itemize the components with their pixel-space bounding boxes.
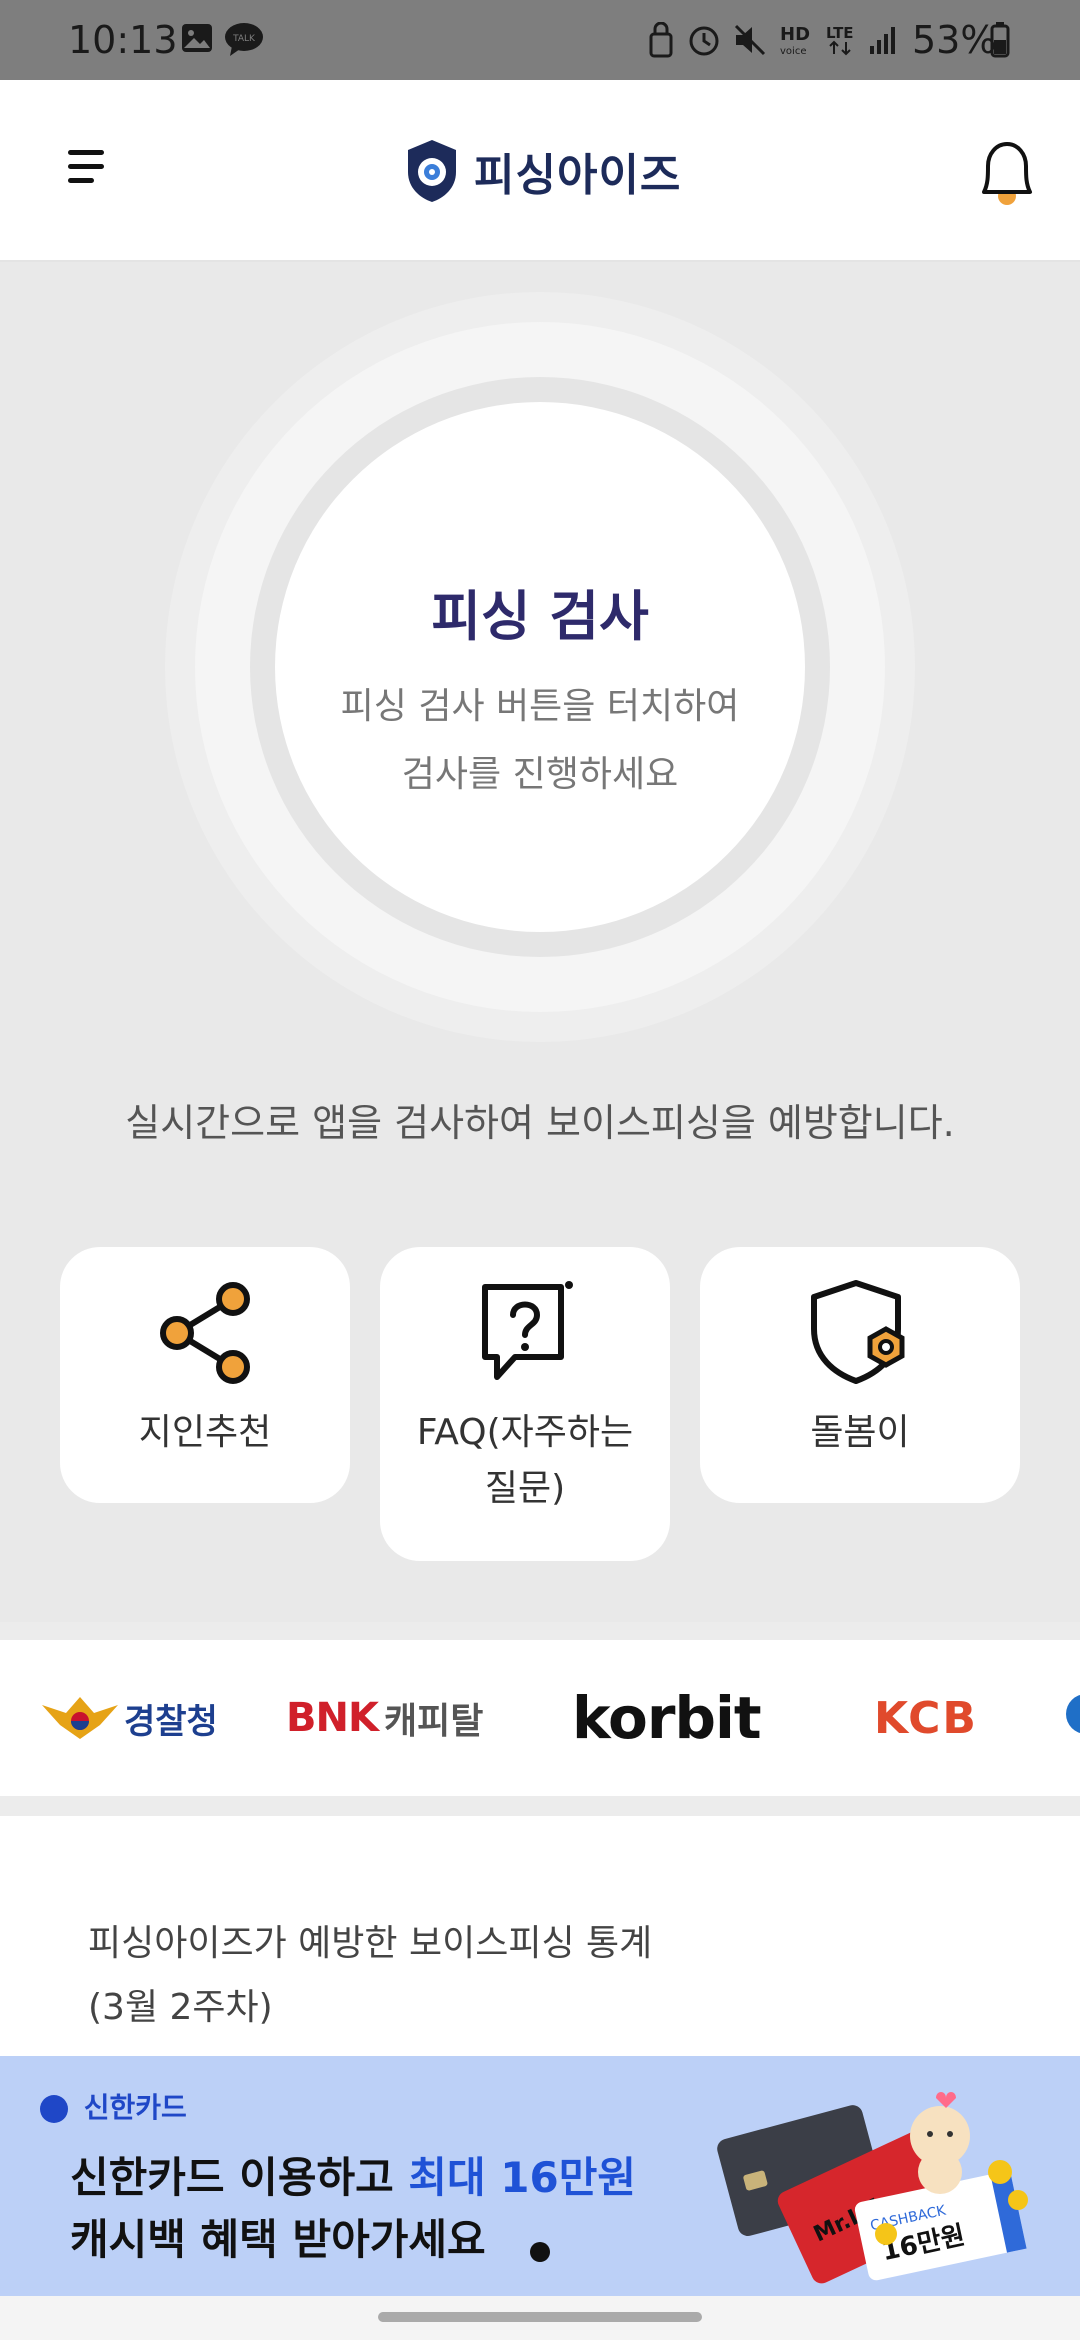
status-bar: 10:13 TALK HD voice LTE 53% (0, 0, 1080, 80)
card-referral[interactable]: 지인추천 (60, 1247, 350, 1503)
partner-logo-partial (1066, 1694, 1080, 1734)
app-logo: 피싱아이즈 (404, 136, 681, 206)
kcb-logo: KCB (874, 1692, 978, 1744)
hd-voice-icon: HD voice (780, 24, 810, 57)
card-label: 지인추천 (138, 1412, 272, 1453)
card-label: FAQ(자주하는 질문) (416, 1412, 634, 1509)
ad-banner[interactable]: 신한카드 신한카드 이용하고 최대 16만원 캐시백 혜택 받아가세요 Mr.L… (0, 2056, 1080, 2296)
scan-description: 피싱 검사 버튼을 터치하여 검사를 진행하세요 (340, 686, 740, 795)
battery-percent: 53% (912, 18, 997, 62)
lte-icon: LTE (826, 24, 854, 56)
question-bubble-icon (482, 1281, 573, 1380)
shield-gear-icon (811, 1280, 905, 1384)
ad-brand: 신한카드 (40, 2086, 187, 2126)
shinhan-logo-icon (40, 2095, 68, 2123)
ad-headline: 신한카드 이용하고 최대 16만원 (70, 2153, 637, 2202)
app-header: 피싱아이즈 (0, 80, 1080, 262)
shield-logo-icon (408, 140, 456, 202)
app-brand-name: 피싱아이즈 (474, 150, 682, 201)
stats-section: 피싱아이즈가 예방한 보이스피싱 통계 (3월 2주차) (0, 1816, 1080, 2056)
police-emblem-icon (42, 1697, 118, 1739)
mute-icon (734, 24, 766, 56)
lock-icon (649, 22, 673, 58)
police-logo: 경찰청 (40, 1688, 218, 1748)
talk-icon: TALK (225, 23, 263, 56)
svg-text:voice: voice (780, 46, 806, 57)
card-care[interactable]: 돌봄이 (700, 1247, 1020, 1503)
alarm-icon (689, 26, 719, 56)
scan-title: 피싱 검사 (431, 585, 649, 648)
svg-text:HD: HD (780, 24, 810, 45)
cashback-card-illustration: Mr.Life CASHBACK 16만원 (717, 2092, 1028, 2284)
card-label: 돌봄이 (810, 1412, 910, 1453)
phishing-scan-button[interactable]: 피싱 검사 피싱 검사 버튼을 터치하여 검사를 진행하세요 (275, 402, 805, 932)
main-section: 피싱 검사 피싱 검사 버튼을 터치하여 검사를 진행하세요 실시간으로 앱을 … (0, 262, 1080, 1622)
hamburger-icon[interactable] (68, 150, 110, 192)
svg-text:TALK: TALK (232, 34, 256, 44)
home-gesture-handle[interactable] (378, 2312, 702, 2322)
stats-title: 피싱아이즈가 예방한 보이스피싱 통계 (3월 2주차) (88, 1923, 653, 2028)
partner-logos: 경찰청 BNK 캐피탈 korbit KCB (0, 1640, 1080, 1796)
carousel-indicator (530, 2242, 550, 2262)
image-icon (182, 24, 212, 52)
svg-text:LTE: LTE (826, 24, 854, 42)
bnk-capital-logo: BNK 캐피탈 (286, 1695, 484, 1742)
system-nav-bar (0, 2296, 1080, 2340)
korbit-logo: korbit (572, 1684, 762, 1752)
ad-subline: 캐시백 혜택 받아가세요 (70, 2215, 486, 2264)
share-icon (160, 1282, 250, 1384)
clock: 10:13 (68, 18, 178, 62)
card-faq[interactable]: FAQ(자주하는 질문) (380, 1247, 670, 1561)
tagline: 실시간으로 앱을 검사하여 보이스피싱을 예방합니다. (125, 1101, 955, 1145)
bell-icon[interactable] (972, 136, 1042, 208)
battery-icon (990, 22, 1010, 58)
signal-icon (870, 27, 895, 54)
